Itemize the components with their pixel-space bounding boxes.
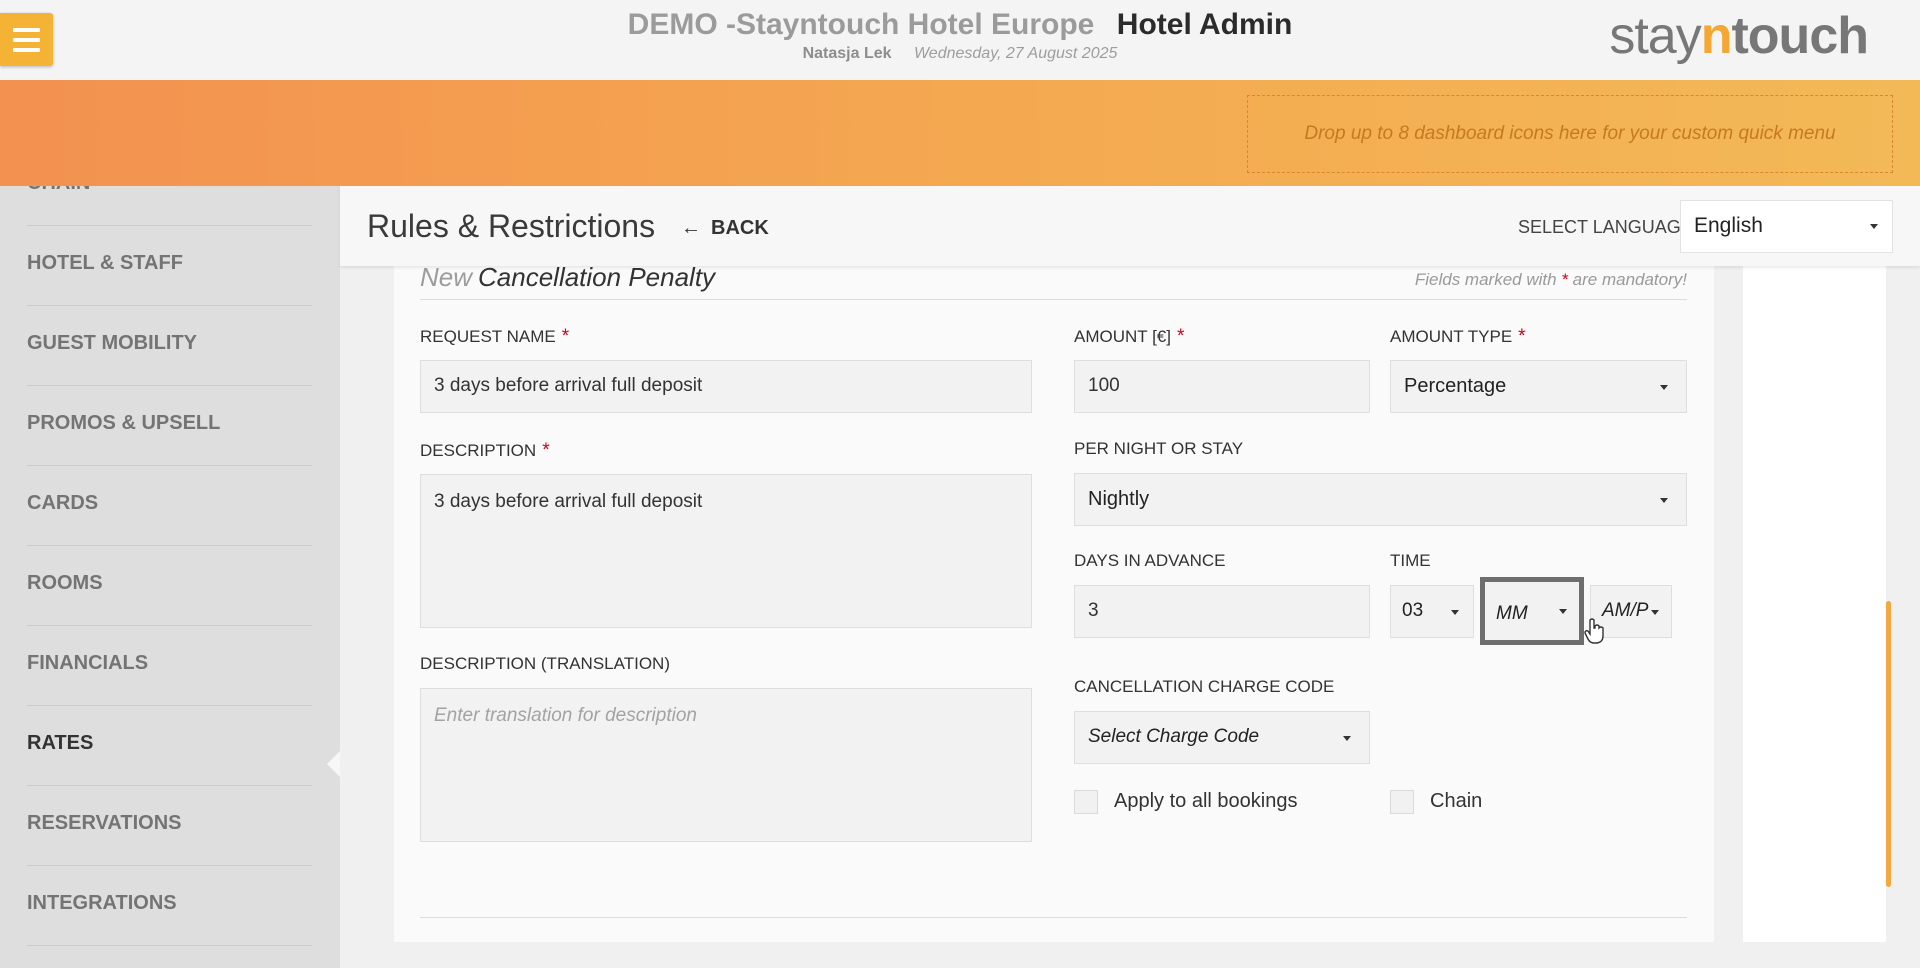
sidebar-item-promos-upsell[interactable]: PROMOS & UPSELL [27,386,312,466]
stayntouch-logo: stayntouch [1609,7,1869,65]
chain-label: Chain [1430,790,1483,812]
description-translation-textarea[interactable]: Enter translation for description [420,688,1032,842]
charge-code-select[interactable]: Select Charge Code [1074,711,1370,764]
hotel-name: DEMO -Stayntouch Hotel Europe [627,8,1095,41]
caret-down-icon [1559,609,1567,614]
chain-checkbox[interactable] [1390,790,1414,814]
days-in-advance-input[interactable]: 3 [1074,585,1370,638]
request-name-input[interactable]: 3 days before arrival full deposit [420,360,1032,413]
caret-down-icon [1660,498,1668,503]
sidebar-item-guest-mobility[interactable]: GUEST MOBILITY [27,306,312,386]
description-translation-label: DESCRIPTION (TRANSLATION) [420,654,670,673]
sidebar-item-financials[interactable]: FINANCIALS [27,626,312,706]
form-mode-label: New [420,262,473,292]
business-date: Wednesday, 27 August 2025 [913,45,1118,62]
page-header: Rules & Restrictions ← BACK SELECT LANGUA… [340,186,1920,266]
hand-cursor-icon [1584,618,1604,644]
description-label: DESCRIPTION * [420,440,550,461]
app-name: Hotel Admin [1116,8,1293,41]
caret-down-icon [1660,385,1668,390]
apply-all-bookings-checkbox[interactable] [1074,790,1098,814]
sidebar-item-rates[interactable]: RATES [27,706,312,786]
amount-type-label: AMOUNT TYPE * [1390,326,1526,347]
mandatory-note: Fields marked with * are mandatory! [1414,270,1687,289]
sidebar-item-rooms[interactable]: ROOMS [27,546,312,626]
amount-type-select[interactable]: Percentage [1390,360,1687,413]
form-title: Cancellation Penalty [478,262,716,292]
caret-down-icon [1343,736,1351,741]
per-night-or-stay-select[interactable]: Nightly [1074,473,1687,526]
back-button[interactable]: ← BACK [681,217,769,240]
caret-down-icon [1651,610,1659,615]
sidebar-item-chain[interactable]: CHAIN [27,186,312,226]
main-content: New Cancellation Penalty Fields marked wi… [340,262,1920,968]
form-divider [420,917,1687,918]
cancellation-penalty-form: New Cancellation Penalty Fields marked wi… [394,262,1714,942]
sidebar: CHAIN HOTEL & STAFF GUEST MOBILITY PROMO… [0,186,340,968]
sidebar-item-reservations[interactable]: RESERVATIONS [27,786,312,866]
form-header: New Cancellation Penalty Fields marked wi… [420,262,1687,300]
active-item-pointer [327,750,341,778]
select-language-label: SELECT LANGUAGE [1518,217,1693,237]
request-name-label: REQUEST NAME * [420,326,570,347]
quick-menu-band: Drop up to 8 dashboard icons here for yo… [0,80,1920,186]
per-night-or-stay-label: PER NIGHT OR STAY [1074,439,1244,458]
user-name: Natasja Lek [802,45,892,62]
scrollbar-thumb[interactable] [1886,601,1891,887]
time-hour-select[interactable]: 03 [1390,585,1474,638]
quick-menu-drop-zone[interactable]: Drop up to 8 dashboard icons here for yo… [1247,95,1893,173]
description-textarea[interactable]: 3 days before arrival full deposit [420,474,1032,628]
apply-all-bookings-label: Apply to all bookings [1114,790,1298,812]
cancellation-charge-code-label: CANCELLATION CHARGE CODE [1074,677,1335,696]
top-header: DEMO -Stayntouch Hotel Europe Hotel Admi… [0,0,1920,80]
arrow-left-icon: ← [681,217,701,239]
caret-down-icon [1451,610,1459,615]
page-title: Rules & Restrictions [367,208,656,244]
time-label: TIME [1390,551,1431,570]
days-in-advance-label: DAYS IN ADVANCE [1074,551,1226,570]
time-minute-select[interactable]: MM [1480,577,1584,645]
amount-input[interactable]: 100 [1074,360,1370,413]
language-select[interactable]: English [1680,200,1893,253]
caret-down-icon [1870,224,1878,229]
right-panel [1743,266,1886,942]
sidebar-item-hotel-staff[interactable]: HOTEL & STAFF [27,226,312,306]
amount-label: AMOUNT [€] * [1074,326,1185,347]
sidebar-item-integrations[interactable]: INTEGRATIONS [27,866,312,946]
sidebar-item-cards[interactable]: CARDS [27,466,312,546]
